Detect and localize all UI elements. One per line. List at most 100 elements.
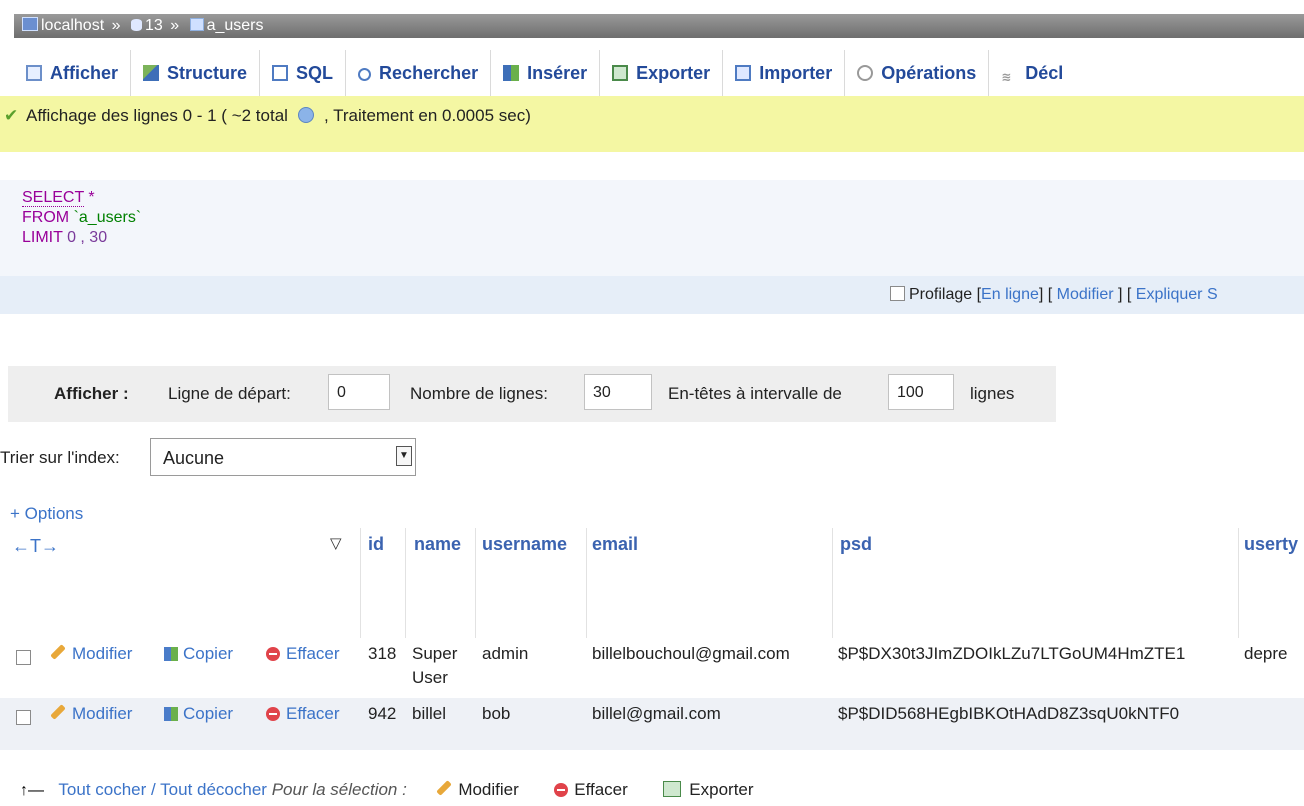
breadcrumb-server[interactable]: localhost	[41, 17, 104, 34]
explain-sql-link[interactable]: Expliquer S	[1136, 286, 1218, 303]
copy-icon	[164, 707, 178, 721]
cell-psd[interactable]: $P$DID568HEgbIBKOtHAdD8Z3sqU0kNTF0	[838, 704, 1179, 724]
cell-name-line2[interactable]: User	[412, 668, 448, 688]
tab-operations[interactable]: Opérations	[845, 50, 990, 96]
tab-label: SQL	[296, 63, 334, 83]
copy-label: Copier	[183, 644, 234, 663]
column-header-username[interactable]: username	[482, 534, 567, 555]
cell-name-line1[interactable]: billel	[412, 704, 446, 724]
options-toggle[interactable]: + Options	[10, 504, 83, 524]
arrow-up-icon: ↑—	[20, 782, 44, 799]
inline-edit-link[interactable]: En ligne	[981, 286, 1039, 303]
success-text-2: , Traitement en 0.0005 sec)	[323, 106, 531, 125]
bulk-delete-label: Effacer	[574, 780, 628, 799]
sql-icon	[272, 65, 289, 81]
copy-icon	[164, 647, 178, 661]
sql-keyword-from: FROM	[22, 209, 70, 226]
row-checkbox[interactable]	[16, 710, 31, 725]
edit-query-link[interactable]: Modifier	[1057, 286, 1114, 303]
column-header-id[interactable]: id	[368, 534, 384, 555]
tab-label: Importer	[759, 63, 833, 83]
check-icon: ✔	[4, 106, 19, 125]
help-icon[interactable]	[297, 107, 314, 123]
breadcrumb-table[interactable]: a_users	[207, 17, 264, 34]
tab-browse[interactable]: Afficher	[14, 50, 132, 96]
structure-icon	[143, 65, 160, 81]
breadcrumb: localhost » 13 » a_users	[14, 14, 1304, 38]
pencil-icon	[50, 644, 66, 660]
delete-icon	[266, 647, 280, 661]
sql-table-name: `a_users`	[73, 209, 142, 226]
cell-username[interactable]: bob	[482, 704, 510, 724]
delete-label: Effacer	[286, 644, 340, 663]
table-row: Modifier Copier Effacer 318 Super User a…	[0, 638, 1304, 698]
bulk-edit-button[interactable]: Modifier	[436, 780, 519, 799]
copy-row-link[interactable]: Copier	[164, 644, 233, 664]
cell-id[interactable]: 318	[368, 644, 396, 664]
bulk-export-button[interactable]: Exporter	[663, 780, 754, 799]
breadcrumb-database[interactable]: 13	[145, 17, 163, 34]
bulk-export-label: Exporter	[689, 780, 754, 799]
column-arrows[interactable]: ←T→	[12, 536, 59, 557]
edit-label: Modifier	[72, 704, 133, 723]
column-divider	[832, 528, 833, 638]
tab-label: Opérations	[881, 63, 977, 83]
column-divider	[405, 528, 406, 638]
column-header-usertype[interactable]: userty	[1244, 534, 1298, 555]
row-count-input[interactable]: 30	[584, 374, 652, 410]
sort-index-value: Aucune	[163, 448, 225, 468]
column-divider	[475, 528, 476, 638]
delete-row-link[interactable]: Effacer	[266, 704, 340, 724]
tab-triggers[interactable]: ≋ Décl	[989, 50, 1075, 96]
tab-import[interactable]: Importer	[723, 50, 846, 96]
sql-query-box	[0, 180, 1304, 276]
tab-insert[interactable]: Insérer	[491, 50, 601, 96]
sql-query[interactable]: SELECT * FROM `a_users` LIMIT 0 , 30	[22, 188, 141, 248]
cell-name-line1[interactable]: Super	[412, 644, 457, 664]
headers-interval-input[interactable]: 100	[888, 374, 954, 410]
success-message: ✔ Affichage des lignes 0 - 1 ( ~2 total , …	[0, 96, 1304, 152]
sort-index-select[interactable]: Aucune ▼	[150, 438, 416, 476]
tab-label: Structure	[167, 63, 248, 83]
column-divider	[1238, 528, 1239, 638]
cell-email[interactable]: billelbouchoul@gmail.com	[592, 644, 790, 664]
export-icon	[663, 781, 682, 797]
delete-row-link[interactable]: Effacer	[266, 644, 340, 664]
copy-label: Copier	[183, 704, 234, 723]
database-icon	[130, 19, 142, 31]
browse-icon	[26, 65, 42, 81]
sort-index-label: Trier sur l'index:	[0, 448, 120, 467]
edit-row-link[interactable]: Modifier	[50, 644, 132, 664]
column-header-email[interactable]: email	[592, 534, 638, 555]
edit-row-link[interactable]: Modifier	[50, 704, 132, 724]
cell-username[interactable]: admin	[482, 644, 528, 664]
profiling-checkbox[interactable]	[890, 286, 905, 301]
row-checkbox[interactable]	[16, 650, 31, 665]
cell-id[interactable]: 942	[368, 704, 396, 724]
tab-label: Rechercher	[379, 63, 479, 83]
tab-search[interactable]: Rechercher	[346, 50, 492, 96]
insert-icon	[503, 65, 520, 81]
profiling-bar: Profilage [En ligne] [ Modifier ] [ Expl…	[0, 276, 1304, 314]
column-header-psd[interactable]: psd	[840, 534, 872, 555]
cell-email[interactable]: billel@gmail.com	[592, 704, 721, 724]
sql-star: *	[88, 189, 95, 206]
check-all-link[interactable]: Tout cocher / Tout décocher	[58, 780, 267, 799]
copy-row-link[interactable]: Copier	[164, 704, 233, 724]
show-label: Afficher :	[54, 384, 129, 403]
sql-limit-values: 0 , 30	[67, 229, 108, 246]
column-divider	[360, 528, 361, 638]
sort-direction-icon[interactable]: ▽	[330, 534, 342, 552]
bulk-delete-button[interactable]: Effacer	[554, 780, 628, 799]
pencil-icon	[436, 780, 453, 796]
table-row: Modifier Copier Effacer 942 billel bob b…	[0, 698, 1304, 750]
cell-psd[interactable]: $P$DX30t3JImZDOIkLZu7LTGoUM4HmZTE1	[838, 644, 1185, 664]
column-header-name[interactable]: name	[414, 534, 461, 555]
sql-keyword-limit: LIMIT	[22, 229, 63, 246]
tab-sql[interactable]: SQL	[260, 50, 347, 96]
cell-usertype[interactable]: depre	[1244, 644, 1287, 664]
tab-structure[interactable]: Structure	[131, 50, 261, 96]
start-row-input[interactable]: 0	[328, 374, 390, 410]
chevron-down-icon[interactable]: ▼	[396, 446, 412, 466]
tab-export[interactable]: Exporter	[600, 50, 724, 96]
